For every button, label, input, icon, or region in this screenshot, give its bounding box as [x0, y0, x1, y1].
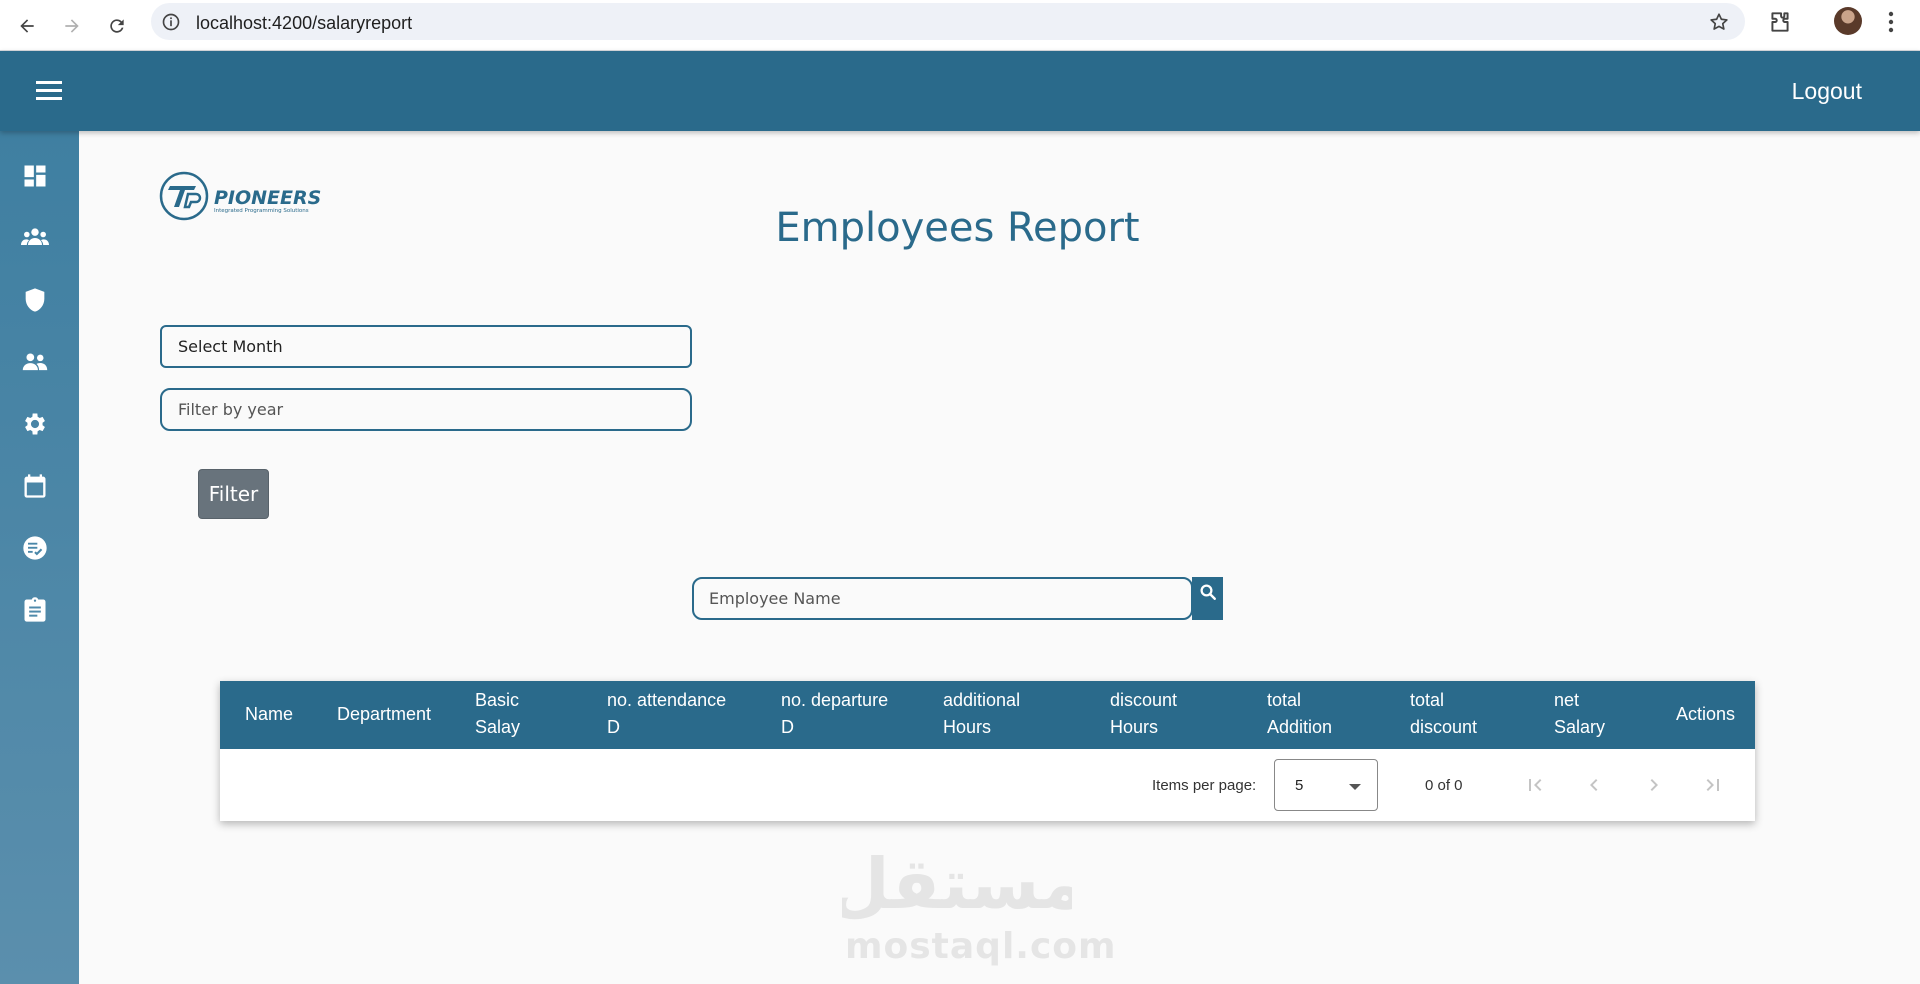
paginator: Items per page: 5 0 of 0 [220, 749, 1755, 821]
column-header-attendance[interactable]: no. attendance D [607, 687, 726, 741]
calendar-icon [24, 474, 46, 498]
url-text: localhost:4200/salaryreport [196, 13, 413, 33]
items-per-page-label: Items per page: [1152, 777, 1257, 794]
column-header-label: Department [337, 704, 432, 724]
column-header-label: Name [245, 704, 294, 724]
column-header-label: no. departure [781, 690, 889, 710]
year-filter-input[interactable] [178, 400, 690, 419]
employee-name-input[interactable] [692, 577, 1193, 620]
bookmark-star-icon[interactable] [1708, 11, 1730, 33]
site-info-icon[interactable] [161, 12, 181, 32]
previous-page-button[interactable] [1580, 771, 1608, 799]
page-range-label: 0 of 0 [1425, 777, 1463, 794]
chevron-left-icon [1590, 779, 1598, 791]
watermark-arabic-text: مستقل [842, 846, 1072, 921]
clipboard-icon [24, 597, 46, 622]
arrow-left-icon [20, 19, 34, 33]
chevron-right-icon [1650, 779, 1658, 791]
sidebar [0, 131, 79, 984]
column-header-name[interactable]: Name [245, 701, 293, 728]
year-filter-field[interactable] [160, 388, 692, 431]
column-header-label: no. attendance [607, 690, 727, 710]
browser-chrome: localhost:4200/salaryreport [0, 0, 1920, 51]
users-icon [21, 228, 49, 245]
reload-button[interactable] [100, 9, 134, 43]
column-header-additional-hours[interactable]: additional Hours [943, 687, 1020, 741]
column-header-departure[interactable]: no. departure D [781, 687, 888, 741]
month-select[interactable]: Select Month [160, 325, 692, 368]
profile-avatar[interactable] [1834, 7, 1862, 35]
arrow-right-icon [65, 19, 79, 33]
column-header-department[interactable]: Department [337, 701, 431, 728]
logo-brand: PIONEERS [214, 187, 321, 209]
column-header-label: D [781, 717, 794, 737]
sidebar-item-groups[interactable] [20, 347, 50, 377]
page-size-select[interactable]: 5 [1274, 759, 1378, 811]
column-header-label: discount [1110, 690, 1178, 710]
column-header-label: discount [1410, 717, 1478, 737]
column-header-label: Hours [1110, 717, 1159, 737]
column-header-total-discount[interactable]: total discount [1410, 687, 1477, 741]
column-header-label: Basic [475, 690, 520, 710]
month-select-value: Select Month [178, 337, 283, 356]
caret-down-icon [1349, 784, 1361, 790]
last-page-button[interactable] [1699, 771, 1727, 799]
column-header-label: additional [943, 690, 1021, 710]
first-page-icon [1529, 779, 1542, 791]
sidebar-item-reports[interactable] [20, 595, 50, 625]
address-bar[interactable]: localhost:4200/salaryreport [151, 3, 1745, 40]
sidebar-item-calendar[interactable] [20, 471, 50, 501]
column-header-label: Hours [943, 717, 992, 737]
column-header-label: Actions [1676, 704, 1736, 724]
sidebar-item-tasks[interactable] [20, 533, 50, 563]
back-button[interactable] [10, 9, 44, 43]
reload-icon [110, 19, 124, 33]
last-page-icon [1706, 779, 1719, 791]
extensions-icon[interactable] [1767, 9, 1793, 35]
hamburger-menu-icon[interactable] [36, 79, 62, 101]
next-page-button[interactable] [1640, 771, 1668, 799]
pioneers-logo-icon: PIONEERS Integrated Programming Solution… [159, 171, 321, 221]
dashboard-icon [24, 165, 46, 187]
mostaql-watermark: مستقل mostaql.com [830, 846, 1116, 967]
column-header-basic-salary[interactable]: Basic Salay [475, 687, 520, 741]
shield-icon [25, 288, 45, 312]
checklist-icon [23, 536, 47, 560]
page-title: Employees Report [775, 205, 1140, 251]
watermark-latin-text: mostaql.com [845, 926, 1117, 967]
gear-icon [25, 413, 45, 435]
column-header-label: D [607, 717, 620, 737]
column-header-total-addition[interactable]: total Addition [1267, 687, 1332, 741]
column-header-label: Salary [1554, 717, 1606, 737]
watermark-arabic-logo: مستقل [842, 846, 1072, 921]
sidebar-item-security[interactable] [20, 285, 50, 315]
column-header-net-salary[interactable]: net Salary [1554, 687, 1605, 741]
sidebar-item-users[interactable] [20, 223, 50, 253]
logo-tagline: Integrated Programming Solutions [214, 208, 309, 214]
column-header-actions: Actions [1676, 701, 1735, 728]
search-button[interactable] [1192, 577, 1223, 620]
table-header: Name Department Basic Salay no. attendan… [220, 681, 1755, 749]
salary-table: Name Department Basic Salay no. attendan… [220, 681, 1755, 821]
column-header-discount-hours[interactable]: discount Hours [1110, 687, 1177, 741]
column-header-label: total [1410, 690, 1445, 710]
groups-icon [22, 353, 48, 371]
search-icon [1200, 584, 1216, 600]
page-size-value: 5 [1295, 777, 1304, 794]
forward-button[interactable] [55, 9, 89, 43]
column-header-label: total [1267, 690, 1302, 710]
column-header-label: net [1554, 690, 1580, 710]
sidebar-item-dashboard[interactable] [20, 161, 50, 191]
app-header: Logout [0, 51, 1920, 131]
logout-button[interactable]: Logout [1792, 78, 1862, 105]
browser-menu-icon[interactable] [1885, 9, 1897, 35]
company-logo: PIONEERS Integrated Programming Solution… [158, 170, 328, 222]
filter-button[interactable]: Filter [198, 469, 269, 519]
column-header-label: Addition [1267, 717, 1333, 737]
sidebar-item-settings[interactable] [20, 409, 50, 439]
column-header-label: Salay [475, 717, 521, 737]
first-page-button[interactable] [1521, 771, 1549, 799]
